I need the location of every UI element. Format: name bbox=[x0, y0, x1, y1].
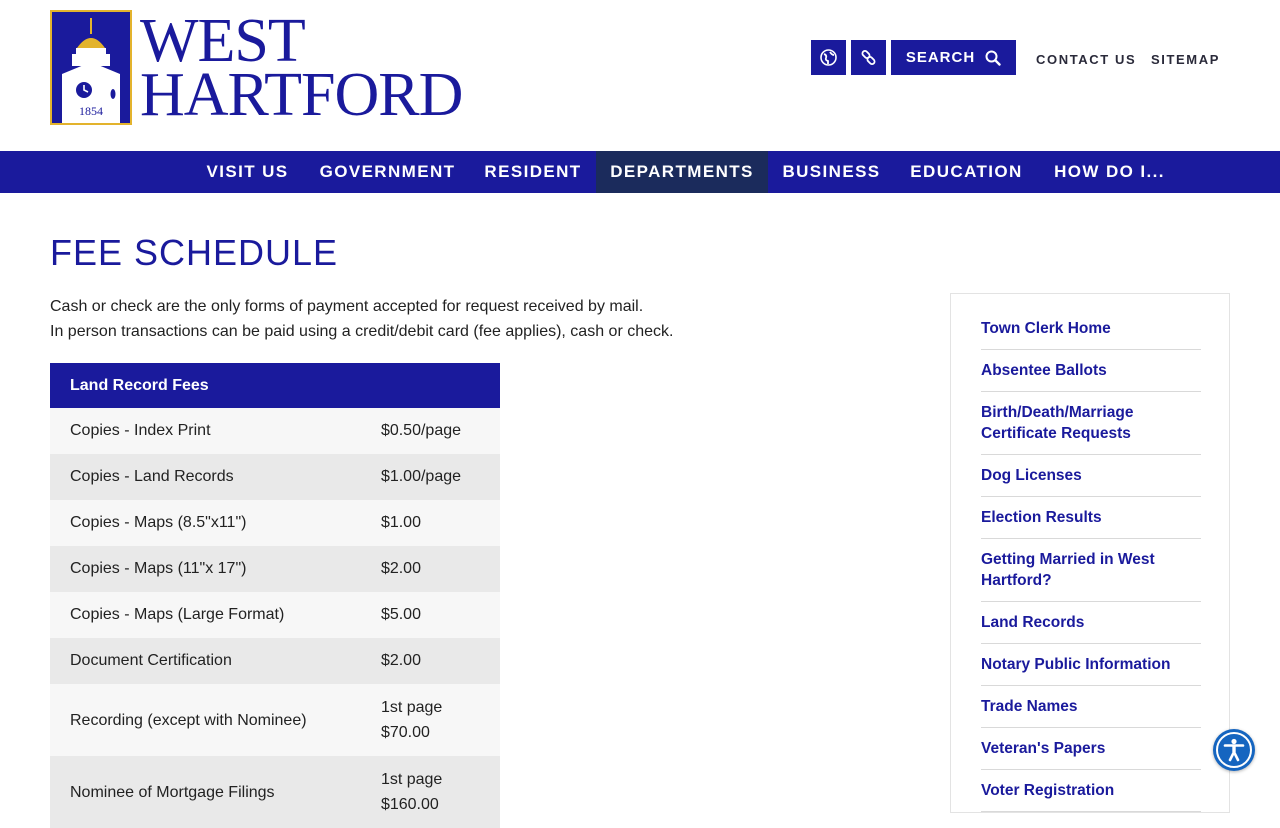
fee-item: Copies - Land Records bbox=[50, 454, 377, 500]
nav-item-government[interactable]: GOVERNMENT bbox=[305, 151, 470, 193]
nav-item-business[interactable]: BUSINESS bbox=[768, 151, 895, 193]
table-row: Recording (except with Nominee) 1st page… bbox=[50, 684, 500, 756]
fee-line: $160.00 bbox=[380, 796, 439, 813]
intro-line-in-person: In person transactions can be paid using… bbox=[50, 323, 674, 340]
sidebar-item-notary-public[interactable]: Notary Public Information bbox=[981, 644, 1201, 686]
sidebar-item-land-records[interactable]: Land Records bbox=[981, 602, 1201, 644]
fee-amount: 1st page $70.00 bbox=[376, 684, 500, 756]
fee-item: Copies - Maps (11"x 17") bbox=[50, 546, 377, 592]
fee-amount: $0.50/page bbox=[376, 408, 500, 454]
town-hall-emblem: 1854 bbox=[50, 10, 132, 125]
page-title: FEE SCHEDULE bbox=[50, 232, 339, 273]
table-row: Copies - Maps (8.5"x11") $1.00 bbox=[50, 500, 500, 546]
sidebar-item-dog-licenses[interactable]: Dog Licenses bbox=[981, 455, 1201, 497]
accessibility-button[interactable] bbox=[1213, 729, 1255, 771]
table-row: Copies - Maps (11"x 17") $2.00 bbox=[50, 546, 500, 592]
main-navigation: VISIT US GOVERNMENT RESIDENT DEPARTMENTS… bbox=[0, 151, 1280, 193]
fee-item: Copies - Maps (8.5"x11") bbox=[50, 500, 377, 546]
nav-item-departments[interactable]: DEPARTMENTS bbox=[596, 151, 768, 193]
table-row: Copies - Land Records $1.00/page bbox=[50, 454, 500, 500]
fee-amount: $1.00 bbox=[376, 500, 500, 546]
translate-button[interactable] bbox=[811, 40, 846, 75]
fee-amount: $2.00 bbox=[376, 546, 500, 592]
site-header: 1854 WEST HARTFORD SEARCH CONTACT US SIT… bbox=[0, 0, 1280, 151]
land-record-fees-table: Land Record Fees Copies - Index Print $0… bbox=[50, 363, 500, 828]
intro-line-mail: Cash or check are the only forms of paym… bbox=[50, 298, 644, 315]
search-label: SEARCH bbox=[905, 49, 976, 66]
sidebar-item-absentee-ballots[interactable]: Absentee Ballots bbox=[981, 350, 1201, 392]
table-row: Copies - Index Print $0.50/page bbox=[50, 408, 500, 454]
logo-line-hartford: HARTFORD bbox=[140, 60, 463, 129]
nav-item-visit-us[interactable]: VISIT US bbox=[195, 151, 300, 193]
sitemap-link[interactable]: SITEMAP bbox=[1151, 52, 1220, 67]
table-row: Document Certification $2.00 bbox=[50, 638, 500, 684]
sidebar-item-voter-registration[interactable]: Voter Registration bbox=[981, 770, 1201, 812]
sidebar-item-town-clerk-home[interactable]: Town Clerk Home bbox=[981, 308, 1201, 350]
logo-wordmark: WEST HARTFORD bbox=[140, 6, 463, 129]
search-icon bbox=[985, 50, 1001, 66]
fee-item: Nominee of Mortgage Filings bbox=[50, 756, 377, 828]
emblem-year: 1854 bbox=[79, 104, 103, 118]
table-row: Copies - Maps (Large Format) $5.00 bbox=[50, 592, 500, 638]
payment-intro: Cash or check are the only forms of paym… bbox=[50, 294, 910, 344]
sidebar-item-certificate-requests[interactable]: Birth/Death/Marriage Certificate Request… bbox=[981, 392, 1201, 455]
sidebar-links: Town Clerk Home Absentee Ballots Birth/D… bbox=[951, 308, 1231, 812]
globe-icon bbox=[820, 49, 837, 66]
fee-line: $70.00 bbox=[380, 724, 430, 741]
accessibility-icon bbox=[1216, 732, 1252, 768]
fee-line: 1st page bbox=[380, 699, 443, 716]
fee-amount: $1.00/page bbox=[376, 454, 500, 500]
nav-item-how-do-i[interactable]: HOW DO I... bbox=[1038, 151, 1181, 193]
link-icon bbox=[861, 50, 876, 65]
sidebar-item-getting-married[interactable]: Getting Married in West Hartford? bbox=[981, 539, 1201, 602]
fee-amount: $2.00 bbox=[376, 638, 500, 684]
fee-item: Document Certification bbox=[50, 638, 377, 684]
nav-item-education[interactable]: EDUCATION bbox=[895, 151, 1038, 193]
quick-links-button[interactable] bbox=[851, 40, 886, 75]
sidebar-item-veterans-papers[interactable]: Veteran's Papers bbox=[981, 728, 1201, 770]
contact-us-link[interactable]: CONTACT US bbox=[1036, 52, 1136, 67]
table-row: Nominee of Mortgage Filings 1st page $16… bbox=[50, 756, 500, 828]
site-logo[interactable]: 1854 WEST HARTFORD bbox=[50, 6, 463, 129]
town-clerk-sidebar: Town Clerk Home Absentee Ballots Birth/D… bbox=[950, 293, 1230, 813]
nav-item-resident[interactable]: RESIDENT bbox=[470, 151, 596, 193]
sidebar-item-trade-names[interactable]: Trade Names bbox=[981, 686, 1201, 728]
fee-item: Recording (except with Nominee) bbox=[50, 684, 377, 756]
sidebar-item-election-results[interactable]: Election Results bbox=[981, 497, 1201, 539]
fee-item: Copies - Maps (Large Format) bbox=[50, 592, 377, 638]
fee-line: 1st page bbox=[380, 771, 443, 788]
fee-amount: $5.00 bbox=[376, 592, 500, 638]
table-header: Land Record Fees bbox=[50, 363, 500, 408]
fee-item: Copies - Index Print bbox=[50, 408, 377, 454]
search-button[interactable]: SEARCH bbox=[891, 40, 1016, 75]
logo-line-west: WEST bbox=[140, 6, 306, 75]
fee-amount: 1st page $160.00 bbox=[376, 756, 500, 828]
